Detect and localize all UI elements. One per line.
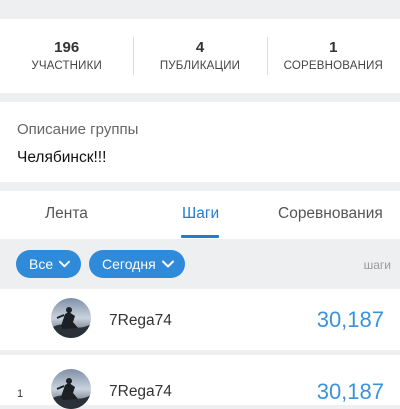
scope-filter-label: Все bbox=[29, 256, 54, 272]
stat-publications-value: 4 bbox=[195, 39, 205, 56]
rank-number: 1 bbox=[17, 388, 24, 400]
active-tab-indicator bbox=[181, 235, 219, 238]
stat-participants-label: УЧАСТНИКИ bbox=[31, 60, 102, 72]
tab-competitions[interactable]: Соревнования bbox=[278, 205, 383, 223]
tab-bar: Лента Шаги Соревнования bbox=[0, 191, 400, 239]
user-name: 7Rega74 bbox=[109, 383, 172, 400]
group-stats: 196 УЧАСТНИКИ 4 ПУБЛИКАЦИИ 1 СОРЕВНОВАНИ… bbox=[0, 19, 400, 93]
step-count: 30,187 bbox=[316, 379, 384, 404]
stat-competitions-label: СОРЕВНОВАНИЯ bbox=[283, 60, 384, 72]
avatar[interactable] bbox=[51, 369, 91, 409]
stat-participants-value: 196 bbox=[54, 39, 80, 56]
avatar[interactable] bbox=[51, 298, 91, 338]
stat-competitions[interactable]: 1 СОРЕВНОВАНИЯ bbox=[266, 19, 400, 93]
group-description: Описание группы Челябинск!!! bbox=[0, 102, 400, 182]
unit-label: шаги bbox=[363, 258, 391, 272]
chevron-down-icon bbox=[59, 260, 71, 268]
leaderboard-row[interactable]: 1 7Rega74 30,187 bbox=[0, 350, 400, 409]
user-name: 7Rega74 bbox=[109, 312, 172, 329]
stat-participants[interactable]: 196 УЧАСТНИКИ bbox=[0, 19, 133, 93]
tab-steps[interactable]: Шаги bbox=[182, 205, 219, 223]
tab-feed[interactable]: Лента bbox=[45, 205, 88, 223]
filter-bar: Все Сегодня шаги bbox=[0, 241, 400, 287]
leaderboard-row[interactable]: 7Rega74 30,187 bbox=[0, 289, 400, 350]
period-filter-label: Сегодня bbox=[102, 256, 156, 272]
description-title: Описание группы bbox=[17, 121, 139, 138]
stat-publications[interactable]: 4 ПУБЛИКАЦИИ bbox=[133, 19, 266, 93]
scope-filter-button[interactable]: Все bbox=[16, 250, 81, 278]
stat-publications-label: ПУБЛИКАЦИИ bbox=[159, 60, 241, 72]
stat-competitions-value: 1 bbox=[329, 39, 338, 56]
period-filter-button[interactable]: Сегодня bbox=[89, 250, 185, 278]
description-text: Челябинск!!! bbox=[17, 149, 107, 166]
chevron-down-icon bbox=[161, 260, 174, 268]
step-count: 30,187 bbox=[316, 307, 384, 332]
